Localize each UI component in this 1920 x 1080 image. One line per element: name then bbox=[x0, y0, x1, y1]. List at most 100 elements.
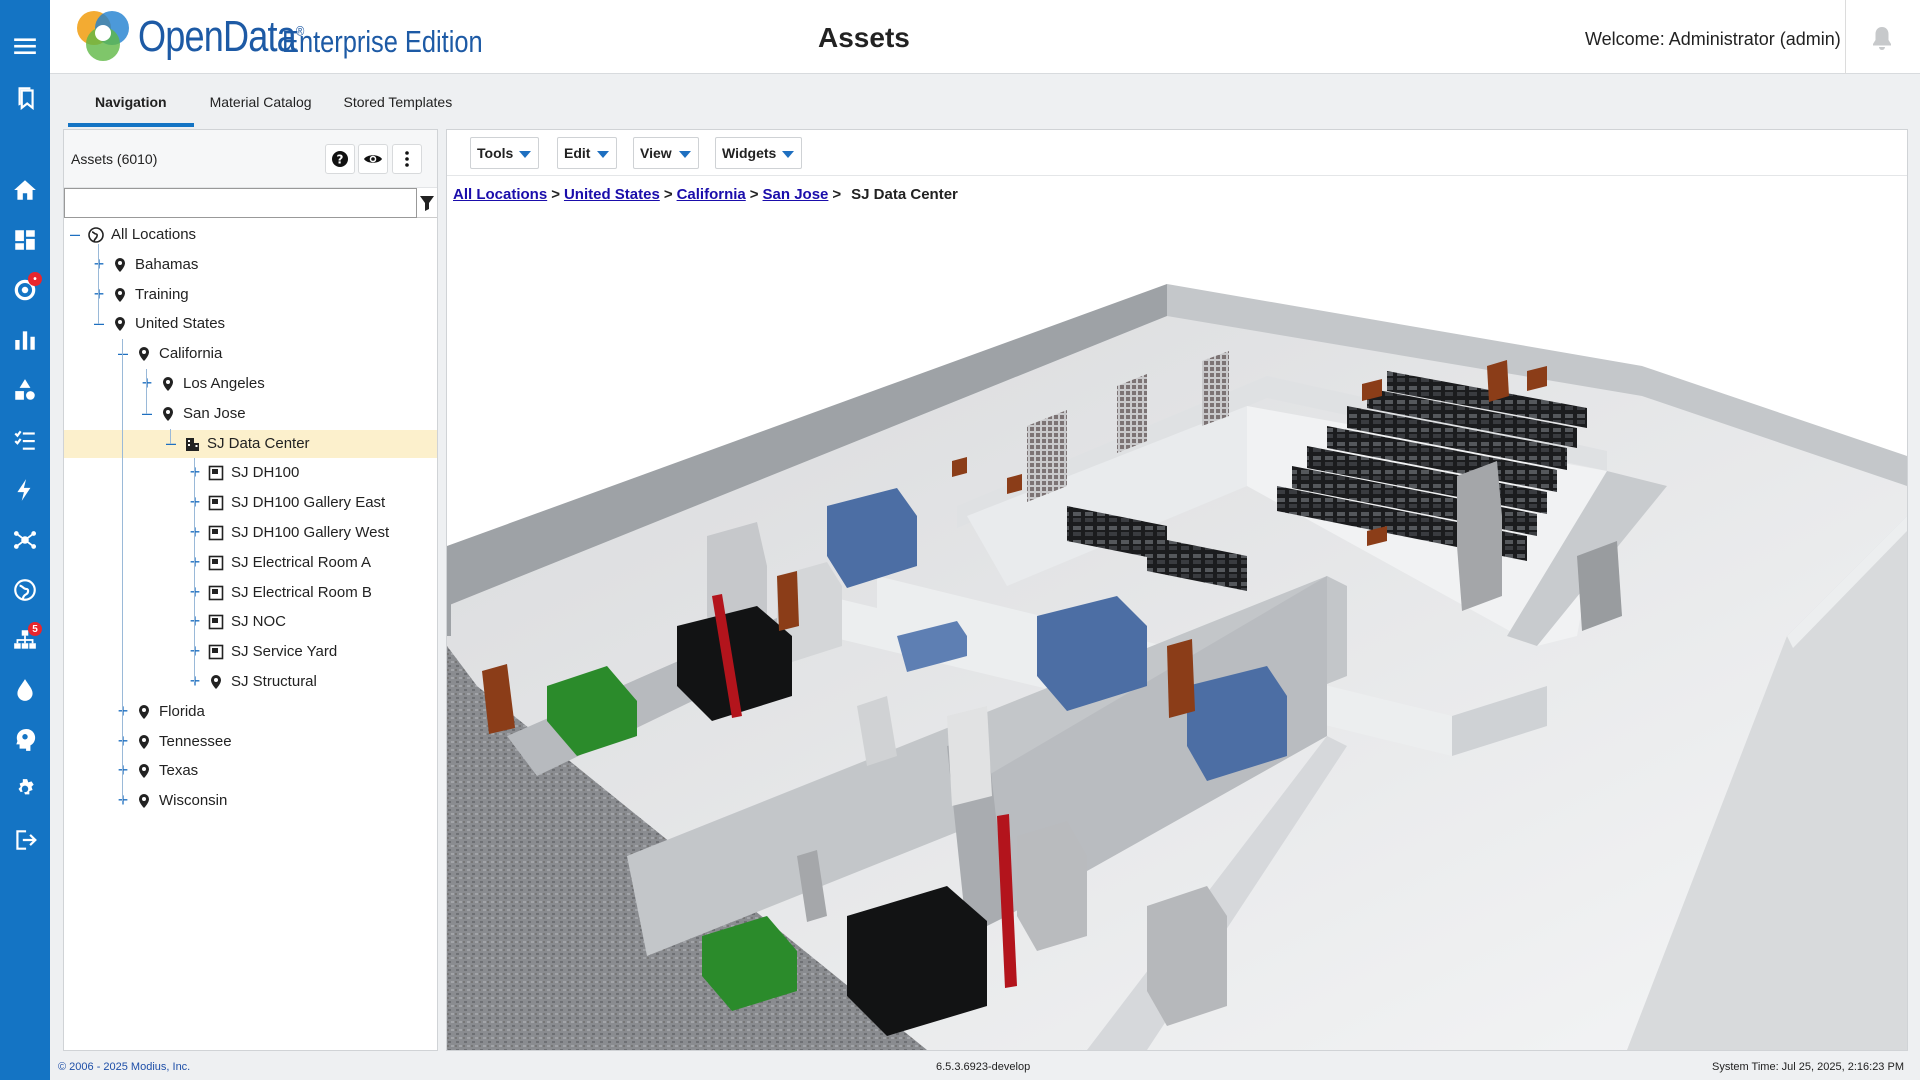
tree-node-label: SJ Data Center bbox=[207, 434, 310, 452]
network-icon[interactable] bbox=[0, 520, 50, 560]
view-menu[interactable]: View bbox=[633, 137, 699, 169]
tree-node-sj-electrical-room-b[interactable]: + SJ Electrical Room B bbox=[64, 579, 437, 607]
tab-navigation[interactable]: Navigation bbox=[68, 85, 194, 127]
topology-icon[interactable]: 5 bbox=[0, 620, 50, 660]
expand-icon[interactable]: + bbox=[116, 732, 130, 750]
more-options-button[interactable] bbox=[392, 144, 422, 174]
bar-chart-icon[interactable] bbox=[0, 320, 50, 360]
collapse-icon[interactable]: – bbox=[140, 404, 154, 422]
expand-icon[interactable]: + bbox=[92, 255, 106, 273]
expand-icon[interactable]: + bbox=[188, 523, 202, 541]
expand-icon[interactable]: + bbox=[188, 553, 202, 571]
tree-node-california[interactable]: – California bbox=[64, 340, 437, 368]
power-icon[interactable] bbox=[0, 470, 50, 510]
water-drop-icon[interactable] bbox=[0, 670, 50, 710]
checklist-icon[interactable] bbox=[0, 420, 50, 460]
tree-node-training[interactable]: + Training bbox=[64, 281, 437, 309]
kebab-icon bbox=[405, 151, 409, 167]
expand-icon[interactable]: + bbox=[116, 791, 130, 809]
bell-icon[interactable] bbox=[1872, 26, 1892, 55]
tree-node-florida[interactable]: + Florida bbox=[64, 698, 437, 726]
globe-icon[interactable] bbox=[0, 570, 50, 610]
widgets-menu[interactable]: Widgets bbox=[715, 137, 802, 169]
tree-node-bahamas[interactable]: + Bahamas bbox=[64, 251, 437, 279]
tree-node-sj-noc[interactable]: + SJ NOC bbox=[64, 608, 437, 636]
breadcrumb-san-jose[interactable]: San Jose bbox=[763, 186, 829, 203]
welcome-text: Welcome: Administrator (admin) bbox=[1585, 29, 1841, 49]
pin-icon bbox=[112, 257, 128, 273]
tree-node-sj-service-yard[interactable]: + SJ Service Yard bbox=[64, 638, 437, 666]
expand-icon[interactable]: + bbox=[188, 612, 202, 630]
tab-stored-templates[interactable]: Stored Templates bbox=[328, 85, 469, 127]
tree-node-label: SJ DH100 bbox=[231, 464, 300, 482]
expand-icon[interactable]: + bbox=[188, 463, 202, 481]
edit-menu-label: Edit bbox=[564, 145, 591, 161]
collapse-icon[interactable]: – bbox=[164, 434, 178, 452]
collapse-icon[interactable]: – bbox=[116, 344, 130, 362]
shapes-icon[interactable] bbox=[0, 370, 50, 410]
pin-icon bbox=[160, 406, 176, 422]
tree-node-wisconsin[interactable]: + Wisconsin bbox=[64, 787, 437, 815]
expand-icon[interactable]: + bbox=[116, 702, 130, 720]
expand-icon[interactable]: + bbox=[116, 761, 130, 779]
tab-material-catalog[interactable]: Material Catalog bbox=[194, 85, 328, 127]
settings-icon[interactable] bbox=[0, 770, 50, 810]
tree-node-sj-dh100[interactable]: + SJ DH100 bbox=[64, 459, 437, 487]
tree-node-sj-dh100-gallery-west[interactable]: + SJ DH100 Gallery West bbox=[64, 519, 437, 547]
room-icon bbox=[208, 555, 224, 571]
pin-icon bbox=[112, 287, 128, 303]
main-tabs: Navigation Material Catalog Stored Templ… bbox=[68, 85, 468, 127]
help-button[interactable]: ? bbox=[325, 144, 355, 174]
room-icon bbox=[208, 525, 224, 541]
breadcrumb-separator: > bbox=[551, 186, 560, 203]
expand-icon[interactable]: + bbox=[92, 285, 106, 303]
expand-icon[interactable]: + bbox=[188, 642, 202, 660]
tree-search-input[interactable] bbox=[64, 188, 417, 218]
tree-node-san-jose[interactable]: – San Jose bbox=[64, 400, 437, 428]
tree-node-label: All Locations bbox=[111, 226, 197, 243]
tree-node-sj-data-center[interactable]: – SJ Data Center bbox=[64, 429, 437, 458]
pin-icon bbox=[136, 734, 152, 750]
logo-edition: Enterprise Edition bbox=[282, 24, 483, 59]
visibility-button[interactable] bbox=[358, 144, 388, 174]
dashboard-icon[interactable] bbox=[0, 220, 50, 260]
tree-node-label: SJ DH100 Gallery East bbox=[231, 494, 386, 512]
collapse-icon[interactable]: – bbox=[68, 225, 82, 243]
collapse-icon[interactable]: – bbox=[92, 314, 106, 332]
filter-button[interactable] bbox=[417, 188, 437, 218]
building-icon bbox=[184, 436, 200, 452]
breadcrumb-all-locations[interactable]: All Locations bbox=[453, 186, 547, 203]
tree-connector bbox=[98, 244, 99, 325]
breadcrumb-united-states[interactable]: United States bbox=[564, 186, 660, 203]
caret-down-icon bbox=[782, 151, 794, 158]
head-gear-icon[interactable] bbox=[0, 720, 50, 760]
tools-menu[interactable]: Tools bbox=[470, 137, 539, 169]
tree-node-label: SJ Structural bbox=[231, 673, 317, 690]
tree-node-sj-electrical-room-a[interactable]: + SJ Electrical Room A bbox=[64, 549, 437, 577]
tree-node-label: SJ NOC bbox=[231, 613, 287, 631]
left-nav-rail: • 5 bbox=[0, 0, 50, 1080]
3d-floor-view[interactable] bbox=[447, 216, 1907, 1050]
breadcrumb-california[interactable]: California bbox=[677, 186, 746, 203]
tree-node-texas[interactable]: + Texas bbox=[64, 757, 437, 785]
breadcrumb: All Locations > United States > California > S… bbox=[453, 186, 958, 203]
tree-node-sj-dh100-gallery-east[interactable]: + SJ DH100 Gallery East bbox=[64, 489, 437, 517]
menu-icon[interactable] bbox=[0, 26, 50, 66]
tree-node-sj-structural[interactable]: + SJ Structural bbox=[64, 668, 437, 696]
home-icon[interactable] bbox=[0, 170, 50, 210]
bookmarks-icon[interactable] bbox=[0, 77, 50, 117]
tree-node-los-angeles[interactable]: + Los Angeles bbox=[64, 370, 437, 398]
tree-node-all-locations[interactable]: – All Locations bbox=[64, 221, 437, 249]
expand-icon[interactable]: + bbox=[188, 493, 202, 511]
widgets-menu-label: Widgets bbox=[722, 145, 777, 161]
version-text: 6.5.3.6923-develop bbox=[936, 1061, 1031, 1073]
alerts-gear-icon[interactable]: • bbox=[0, 270, 50, 310]
caret-down-icon bbox=[597, 151, 609, 158]
expand-icon[interactable]: + bbox=[188, 583, 202, 601]
expand-icon[interactable]: + bbox=[188, 672, 202, 690]
tree-node-tennessee[interactable]: + Tennessee bbox=[64, 728, 437, 756]
logout-icon[interactable] bbox=[0, 820, 50, 860]
expand-icon[interactable]: + bbox=[140, 374, 154, 392]
edit-menu[interactable]: Edit bbox=[557, 137, 617, 169]
tree-node-united-states[interactable]: – United States bbox=[64, 310, 437, 338]
